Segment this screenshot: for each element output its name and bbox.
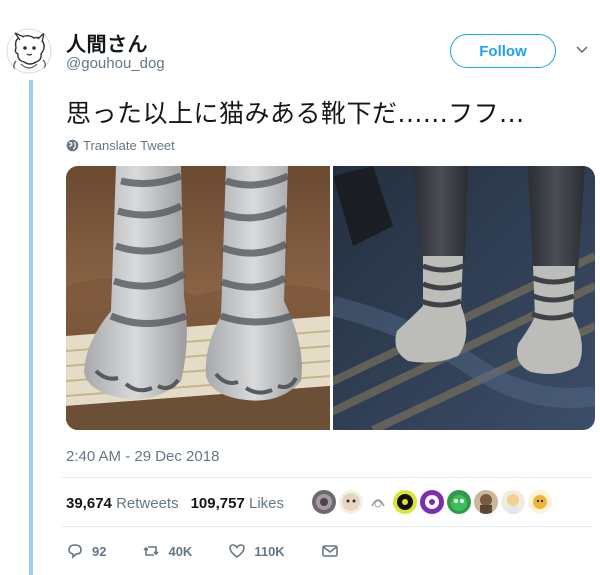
- translate-label[interactable]: Translate Tweet: [83, 138, 175, 153]
- tweet-photo-carpet[interactable]: [333, 166, 595, 430]
- tweet-text: 思った以上に猫みある靴下だ......フフ...: [66, 99, 525, 128]
- liker-avatar[interactable]: [312, 490, 336, 514]
- heart-icon: [229, 544, 246, 558]
- retweets-count: 39,674: [66, 495, 112, 512]
- retweets-label: Retweets: [116, 495, 179, 512]
- reply-action[interactable]: 92: [66, 542, 106, 560]
- envelope-icon: [321, 545, 338, 557]
- cat-socks-photo-image: [66, 166, 330, 430]
- liker-avatar[interactable]: [447, 490, 471, 514]
- liker-avatar[interactable]: [528, 490, 552, 514]
- dog-sketch-avatar-icon: [6, 28, 52, 74]
- reply-icon: [68, 544, 82, 559]
- divider: [62, 477, 592, 478]
- thread-line: [29, 80, 33, 575]
- retweet-icon: [143, 546, 160, 556]
- translate-tweet-link[interactable]: Translate Tweet: [66, 138, 175, 153]
- liker-avatar[interactable]: [339, 490, 363, 514]
- avatar-image: [316, 494, 332, 510]
- user-handle[interactable]: @gouhou_dog: [66, 55, 165, 72]
- message-action[interactable]: [321, 542, 339, 560]
- globe-icon: [66, 139, 79, 152]
- display-name[interactable]: 人間さん: [66, 28, 148, 57]
- avatar-image: [507, 494, 519, 514]
- avatar-image: [451, 495, 467, 511]
- avatar-image: [425, 495, 439, 509]
- cat-socks-carpet-image: [333, 166, 595, 430]
- liker-avatar[interactable]: [366, 490, 390, 514]
- engagement-stats: 39,674 Retweets 109,757 Likes: [66, 495, 284, 512]
- likes-label: Likes: [249, 495, 285, 512]
- avatar[interactable]: [6, 28, 52, 74]
- liker-avatars: [312, 490, 552, 514]
- like-count: 110K: [254, 543, 285, 559]
- retweet-action[interactable]: 40K: [142, 542, 192, 560]
- avatar-image: [342, 493, 360, 511]
- avatar-image: [371, 499, 385, 508]
- liker-avatar[interactable]: [420, 490, 444, 514]
- avatar-image: [480, 494, 492, 514]
- follow-button[interactable]: Follow: [450, 34, 556, 68]
- retweet-count: 40K: [168, 543, 193, 559]
- avatar-image: [397, 494, 413, 510]
- likes-stat[interactable]: 109,757 Likes: [191, 495, 284, 512]
- tweet-actions: 92 40K 110K: [66, 542, 375, 560]
- liker-avatar[interactable]: [501, 490, 525, 514]
- like-action[interactable]: 110K: [228, 542, 285, 560]
- retweets-stat[interactable]: 39,674 Retweets: [66, 495, 179, 512]
- reply-count: 92: [92, 543, 107, 559]
- chevron-down-icon[interactable]: [575, 42, 589, 56]
- likes-count: 109,757: [190, 495, 245, 512]
- tweet-photo-sofa[interactable]: [66, 166, 330, 430]
- tweet-timestamp[interactable]: 2:40 AM - 29 Dec 2018: [66, 448, 219, 465]
- liker-avatar[interactable]: [393, 490, 417, 514]
- liker-avatar[interactable]: [474, 490, 498, 514]
- avatar-image: [533, 495, 547, 509]
- divider: [62, 526, 592, 527]
